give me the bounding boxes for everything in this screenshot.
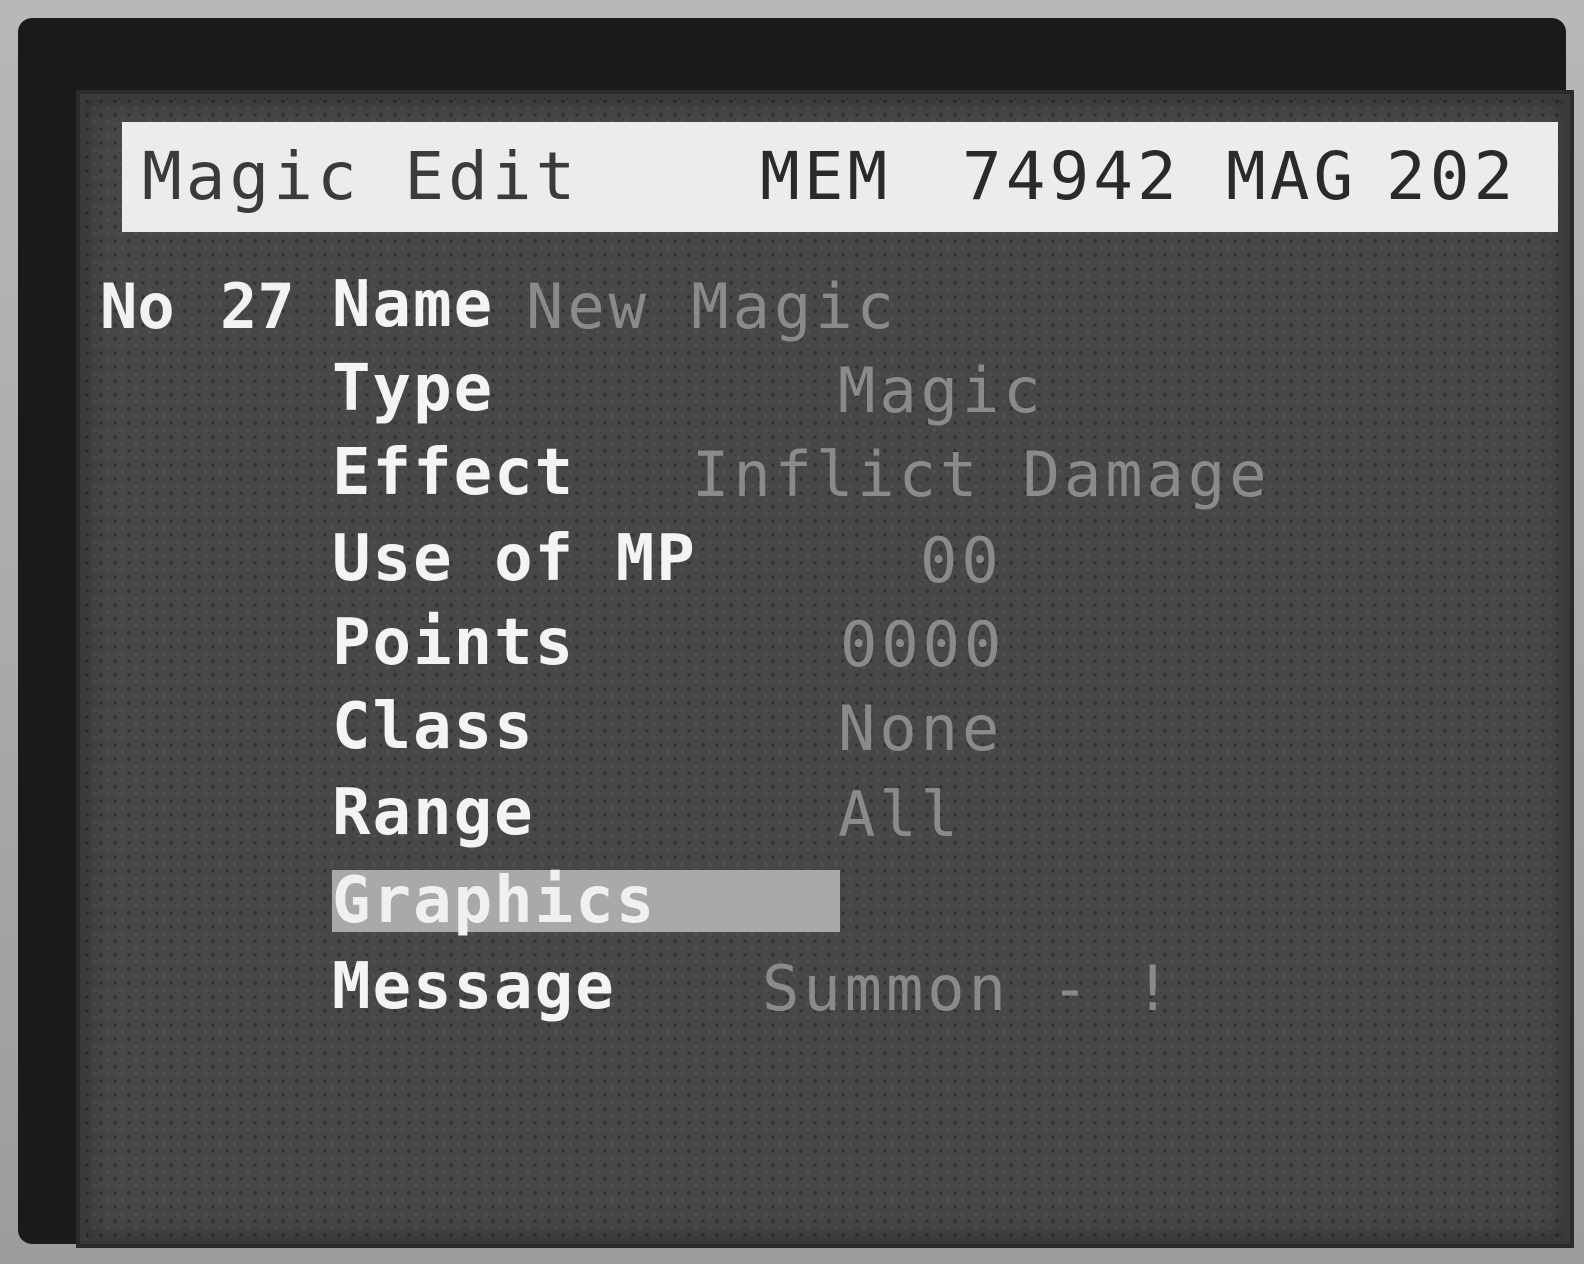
field-graphics-label[interactable]: Graphics (332, 864, 656, 938)
field-name-label[interactable]: Name (332, 268, 494, 342)
console-bezel: Magic Edit MEM 74942 MAG 202 No 27 Name … (0, 0, 1584, 1264)
field-use-of-mp-value[interactable]: 00 (920, 524, 1003, 597)
field-message-value[interactable]: Summon - ! (762, 952, 1175, 1025)
field-effect-label[interactable]: Effect (332, 436, 575, 510)
mag-value: 202 (1386, 138, 1518, 215)
mem-label: MEM (760, 138, 892, 215)
field-class-value[interactable]: None (838, 692, 1003, 765)
field-message-label[interactable]: Message (332, 950, 616, 1024)
field-effect-value[interactable]: Inflict Damage (692, 438, 1271, 511)
field-type-label[interactable]: Type (332, 352, 494, 426)
field-range-value[interactable]: All (838, 778, 962, 851)
field-points-value[interactable]: 0000 (840, 608, 1005, 681)
mag-label: MAG (1226, 138, 1358, 215)
field-type-value[interactable]: Magic (838, 354, 1045, 427)
field-use-of-mp-label[interactable]: Use of MP (332, 522, 697, 596)
screen-title: Magic Edit (142, 138, 580, 215)
record-number-label: No (100, 270, 175, 343)
field-points-label[interactable]: Points (332, 606, 575, 680)
screen-frame: Magic Edit MEM 74942 MAG 202 No 27 Name … (18, 18, 1574, 1248)
field-name-value[interactable]: New Magic (526, 270, 898, 343)
field-class-label[interactable]: Class (332, 690, 535, 764)
field-range-label[interactable]: Range (332, 776, 535, 850)
magic-edit-screen: Magic Edit MEM 74942 MAG 202 No 27 Name … (76, 90, 1574, 1248)
header-bar: Magic Edit MEM 74942 MAG 202 (122, 122, 1558, 232)
record-number-value: 27 (220, 270, 295, 343)
mem-value: 74942 (962, 138, 1181, 215)
